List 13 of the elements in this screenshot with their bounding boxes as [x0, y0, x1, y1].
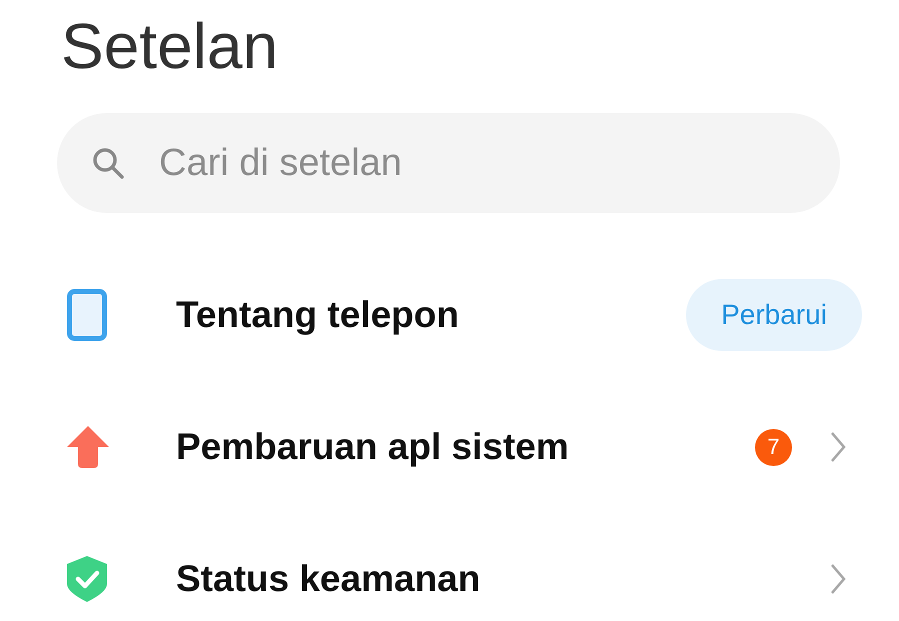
settings-item[interactable]: Status keamanan — [57, 513, 854, 621]
item-label: Tentang telepon — [176, 294, 460, 336]
settings-item[interactable]: Pembaruan apl sistem 7 — [57, 381, 854, 513]
chevron-right-icon — [830, 563, 846, 595]
count-badge: 7 — [755, 428, 792, 466]
item-label: Status keamanan — [176, 558, 482, 600]
arrow-up-icon — [67, 426, 109, 468]
chevron-right-icon — [830, 431, 846, 463]
shield-check-icon — [67, 556, 107, 602]
item-label: Pembaruan apl sistem — [176, 426, 570, 468]
page-title: Setelan — [61, 9, 280, 84]
search-field[interactable]: Cari di setelan — [57, 113, 840, 213]
phone-icon — [67, 289, 107, 341]
